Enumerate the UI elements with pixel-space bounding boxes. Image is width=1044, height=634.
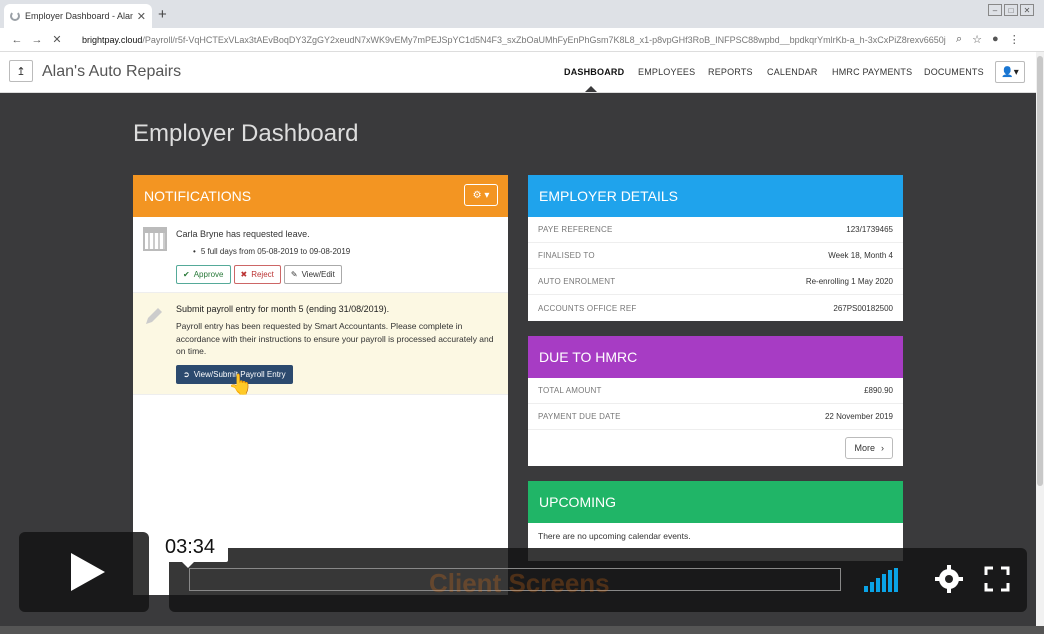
nav-dashboard[interactable]: DASHBOARD [564, 67, 624, 77]
nav-hmrc-payments[interactable]: HMRC PAYMENTS [832, 67, 912, 77]
leave-detail: 5 full days from 05-08-2019 to 09-08-201… [193, 247, 350, 256]
calendar-icon [143, 227, 167, 251]
url-field[interactable]: brightpay.cloud /Payroll/r5f-VqHCTExVLax… [76, 35, 946, 45]
more-label: More [854, 443, 875, 453]
hmrc-row: TOTAL AMOUNT £890.90 [528, 378, 903, 404]
leave-request-notification: Carla Bryne has requested leave. 5 full … [133, 217, 508, 293]
row-value: Re-enrolling 1 May 2020 [805, 277, 893, 286]
maximize-icon[interactable]: □ [1004, 4, 1018, 16]
loading-icon [10, 11, 20, 21]
payroll-body: Payroll entry has been requested by Smar… [176, 321, 494, 356]
detail-row: AUTO ENROLMENT Re-enrolling 1 May 2020 [528, 269, 903, 295]
row-label: FINALISED TO [538, 251, 595, 260]
upcoming-header: UPCOMING [528, 481, 903, 523]
browser-tabstrip: Employer Dashboard - Alan's Au ✕ + – □ ✕ [0, 0, 1044, 28]
notifications-header: NOTIFICATIONS ⚙ ▾ [133, 175, 508, 217]
nav-documents[interactable]: DOCUMENTS [924, 67, 984, 77]
reject-label: Reject [251, 270, 274, 279]
detail-row: PAYE REFERENCE 123/1739465 [528, 217, 903, 243]
url-host: brightpay.cloud [82, 34, 143, 45]
play-icon [71, 553, 105, 591]
forward-icon[interactable]: → [28, 34, 46, 46]
nav-calendar[interactable]: CALENDAR [767, 67, 818, 77]
stop-icon[interactable]: ✕ [48, 33, 66, 46]
pencil-icon: ✎ [290, 270, 298, 279]
row-value: 22 November 2019 [824, 412, 893, 421]
kebab-menu-icon[interactable]: ⋮ [1009, 33, 1020, 46]
payroll-notification: Submit payroll entry for month 5 (ending… [133, 293, 508, 395]
detail-row: ACCOUNTS OFFICE REF 267PS00182500 [528, 295, 903, 321]
row-label: TOTAL AMOUNT [538, 386, 602, 395]
x-icon: ✖ [240, 270, 248, 279]
notifications-title: NOTIFICATIONS [144, 188, 252, 204]
browser-tab[interactable]: Employer Dashboard - Alan's Au ✕ [4, 4, 152, 28]
user-icon: 👤▾ [1001, 66, 1019, 78]
zoom-icon[interactable]: ⌕ [956, 33, 962, 46]
row-value: Week 18, Month 4 [828, 251, 893, 260]
hand-cursor-icon: 👆 [228, 374, 253, 396]
row-label: ACCOUNTS OFFICE REF [538, 303, 637, 313]
video-settings-icon[interactable] [934, 564, 964, 594]
hmrc-row: PAYMENT DUE DATE 22 November 2019 [528, 404, 903, 430]
url-path: /Payroll/r5f-VqHCTExVLax3tAEvBoqDY3ZgGY2… [142, 34, 946, 45]
bottom-strip [0, 626, 1044, 634]
view-edit-label: View/Edit [301, 270, 335, 279]
app-navbar: ↥ Alan's Auto Repairs DASHBOARD EMPLOYEE… [0, 52, 1036, 93]
profile-icon[interactable]: ● [992, 33, 999, 46]
leave-title: Carla Bryne has requested leave. [176, 229, 310, 239]
row-label: AUTO ENROLMENT [538, 277, 616, 286]
close-tab-icon[interactable]: ✕ [137, 10, 146, 23]
circle-arrow-icon: ➲ [183, 370, 190, 379]
back-icon[interactable]: ← [8, 34, 26, 46]
check-icon: ✔ [183, 270, 190, 279]
row-label: PAYE REFERENCE [538, 225, 613, 234]
company-name: Alan's Auto Repairs [42, 63, 182, 80]
upcoming-text: There are no upcoming calendar events. [538, 531, 691, 541]
video-watermark: Client Screens [429, 568, 610, 598]
nav-employees[interactable]: EMPLOYEES [638, 67, 695, 77]
nav-reports[interactable]: REPORTS [708, 67, 753, 77]
due-to-hmrc-panel: DUE TO HMRC TOTAL AMOUNT £890.90 PAYMENT … [528, 336, 903, 466]
payroll-title: Submit payroll entry for month 5 (ending… [176, 304, 390, 314]
tab-title: Employer Dashboard - Alan's Au [25, 11, 133, 21]
employer-details-panel: EMPLOYER DETAILS PAYE REFERENCE 123/17394… [528, 175, 903, 321]
chevron-right-icon: › [881, 443, 884, 453]
more-button[interactable]: More › [845, 437, 893, 459]
approve-label: Approve [193, 270, 224, 279]
user-menu-button[interactable]: 👤▾ [995, 61, 1025, 83]
approve-button[interactable]: ✔ Approve [176, 265, 231, 284]
video-play-button[interactable] [19, 532, 149, 612]
home-button[interactable]: ↥ [9, 60, 33, 82]
address-bar: ← → ✕ brightpay.cloud /Payroll/r5f-VqHCT… [0, 28, 1044, 52]
page-scrollbar[interactable] [1036, 52, 1044, 634]
reject-button[interactable]: ✖ Reject [233, 265, 281, 284]
edit-pencil-icon [146, 308, 162, 324]
gear-icon: ⚙ ▾ [472, 189, 490, 201]
video-time-tooltip: 03:34 [152, 532, 228, 568]
detail-row: FINALISED TO Week 18, Month 4 [528, 243, 903, 269]
view-edit-button[interactable]: ✎ View/Edit [283, 265, 342, 284]
video-control-bar: Client Screens [169, 548, 1027, 612]
up-arrow-icon: ↥ [16, 65, 26, 78]
employer-details-header: EMPLOYER DETAILS [528, 175, 903, 217]
volume-icon[interactable] [864, 568, 898, 592]
notifications-settings-button[interactable]: ⚙ ▾ [464, 184, 498, 206]
window-close-icon[interactable]: ✕ [1020, 4, 1034, 16]
due-hmrc-header: DUE TO HMRC [528, 336, 903, 378]
window-controls: – □ ✕ [988, 4, 1034, 16]
row-label: PAYMENT DUE DATE [538, 412, 621, 421]
new-tab-icon[interactable]: + [158, 6, 167, 23]
row-value: £890.90 [864, 386, 893, 395]
fullscreen-icon[interactable] [984, 566, 1010, 592]
page-title: Employer Dashboard [133, 120, 359, 147]
scrollbar-thumb[interactable] [1037, 56, 1043, 486]
row-value: 123/1739465 [846, 225, 893, 234]
minimize-icon[interactable]: – [988, 4, 1002, 16]
row-value: 267PS00182500 [833, 303, 893, 313]
active-nav-caret [585, 86, 597, 92]
star-icon[interactable]: ☆ [972, 33, 982, 46]
